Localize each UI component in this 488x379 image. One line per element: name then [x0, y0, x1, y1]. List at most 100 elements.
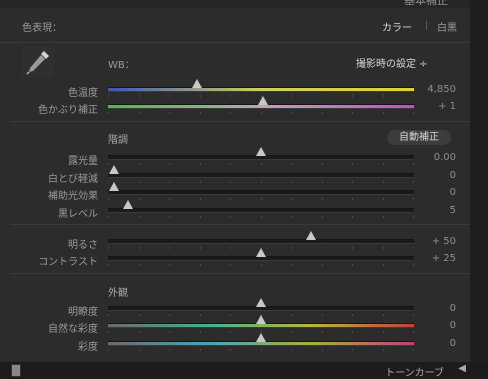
contrast-value[interactable]: + 25 — [432, 253, 456, 264]
slider-tick — [291, 198, 292, 200]
vibrance-value[interactable]: 0 — [450, 320, 456, 331]
temp-slider[interactable] — [108, 79, 414, 97]
recovery-slider-thumb[interactable] — [109, 165, 119, 174]
section-divider — [10, 273, 470, 274]
slider-tick — [383, 95, 384, 97]
slider-tick — [322, 198, 323, 200]
slider-tick — [322, 247, 323, 249]
temp-value[interactable]: 4,850 — [427, 84, 456, 95]
slider-tick — [261, 181, 262, 183]
slider-tick — [139, 216, 140, 218]
vibrance-slider-thumb[interactable] — [256, 315, 266, 324]
slider-tick — [200, 198, 201, 200]
slider-tick — [413, 264, 414, 266]
slider-tick — [108, 314, 109, 316]
brightness-slider[interactable] — [108, 231, 414, 249]
treatment-color-option[interactable]: カラー — [382, 19, 412, 34]
slider-tick — [200, 314, 201, 316]
treatment-bw-option[interactable]: 白黒 — [437, 19, 457, 34]
tint-slider[interactable] — [108, 96, 414, 114]
slider-tick — [169, 181, 170, 183]
blacks-slider-thumb[interactable] — [123, 200, 133, 209]
slider-tick — [261, 349, 262, 351]
slider-tick — [169, 264, 170, 266]
slider-tick — [139, 163, 140, 165]
slider-tick — [383, 331, 384, 333]
slider-tick — [230, 314, 231, 316]
saturation-value[interactable]: 0 — [450, 338, 456, 349]
vibrance-label: 自然な彩度 — [48, 324, 98, 335]
recovery-slider[interactable] — [108, 165, 414, 183]
slider-tick — [261, 112, 262, 114]
slider-tick — [230, 216, 231, 218]
brightness-value[interactable]: + 50 — [432, 236, 456, 247]
vibrance-slider[interactable] — [108, 315, 414, 333]
contrast-slider[interactable] — [108, 248, 414, 266]
slider-tick — [261, 264, 262, 266]
recovery-label: 白とび軽減 — [48, 174, 98, 185]
panel-scrollbar[interactable] — [470, 0, 488, 379]
auto-tone-button[interactable]: 自動補正 — [387, 130, 451, 145]
saturation-slider-thumb[interactable] — [256, 333, 266, 342]
collapse-arrow-icon[interactable]: ▼ — [455, 0, 462, 2]
clarity-value[interactable]: 0 — [450, 303, 456, 314]
slider-tick — [108, 331, 109, 333]
slider-tick — [169, 198, 170, 200]
slider-tick — [352, 247, 353, 249]
recovery-value[interactable]: 0 — [450, 170, 456, 181]
temp-label: 色温度 — [68, 88, 98, 99]
tint-label: 色かぶり補正 — [38, 105, 98, 116]
slider-tick — [383, 314, 384, 316]
saturation-slider[interactable] — [108, 333, 414, 351]
slider-tick — [169, 216, 170, 218]
blacks-slider[interactable] — [108, 200, 414, 218]
exposure-value[interactable]: 0.00 — [434, 152, 456, 163]
temp-slider-thumb[interactable] — [192, 79, 202, 88]
brightness-slider-thumb[interactable] — [306, 231, 316, 240]
slider-tick — [230, 112, 231, 114]
section-divider — [10, 224, 470, 225]
wb-preset-dropdown[interactable]: 撮影時の設定 ÷ — [356, 55, 428, 70]
treatment-label: 色表現： — [22, 23, 62, 34]
slider-tick — [352, 264, 353, 266]
panel-header[interactable]: 基本補正 ▼ — [0, 0, 470, 8]
panel-toggle-switch[interactable] — [11, 364, 21, 377]
blacks-value[interactable]: 5 — [450, 205, 456, 216]
slider-tick — [352, 331, 353, 333]
slider-tick — [139, 331, 140, 333]
fill-light-slider[interactable] — [108, 182, 414, 200]
slider-tick — [200, 163, 201, 165]
contrast-slider-thumb[interactable] — [256, 248, 266, 257]
slider-tick — [291, 95, 292, 97]
slider-tick — [322, 349, 323, 351]
contrast-label: コントラスト — [38, 257, 98, 268]
slider-tick — [169, 331, 170, 333]
tone-curve-header[interactable]: トーンカーブ ◀ — [0, 362, 488, 379]
slider-tick — [291, 163, 292, 165]
slider-tick — [322, 181, 323, 183]
slider-tick — [139, 198, 140, 200]
expand-arrow-icon[interactable]: ◀ — [458, 363, 466, 374]
fill-light-value[interactable]: 0 — [450, 187, 456, 198]
tint-value[interactable]: + 1 — [438, 101, 456, 112]
slider-tick — [200, 181, 201, 183]
slider-tick — [261, 163, 262, 165]
clarity-slider-thumb[interactable] — [256, 298, 266, 307]
exposure-slider-thumb[interactable] — [256, 147, 266, 156]
slider-tick — [383, 112, 384, 114]
white-balance-eyedropper-icon[interactable] — [22, 46, 54, 78]
slider-tick — [108, 95, 109, 97]
clarity-slider[interactable] — [108, 298, 414, 316]
slider-tick — [108, 349, 109, 351]
exposure-slider[interactable] — [108, 147, 414, 165]
saturation-label: 彩度 — [78, 342, 98, 353]
tint-slider-thumb[interactable] — [258, 96, 268, 105]
slider-tick — [413, 314, 414, 316]
slider-tick — [413, 216, 414, 218]
slider-tick — [322, 216, 323, 218]
tone-curve-title: トーンカーブ — [385, 368, 444, 379]
wb-label: WB： — [108, 60, 135, 71]
slider-tick — [352, 95, 353, 97]
slider-tick — [139, 112, 140, 114]
fill-light-slider-thumb[interactable] — [109, 182, 119, 191]
